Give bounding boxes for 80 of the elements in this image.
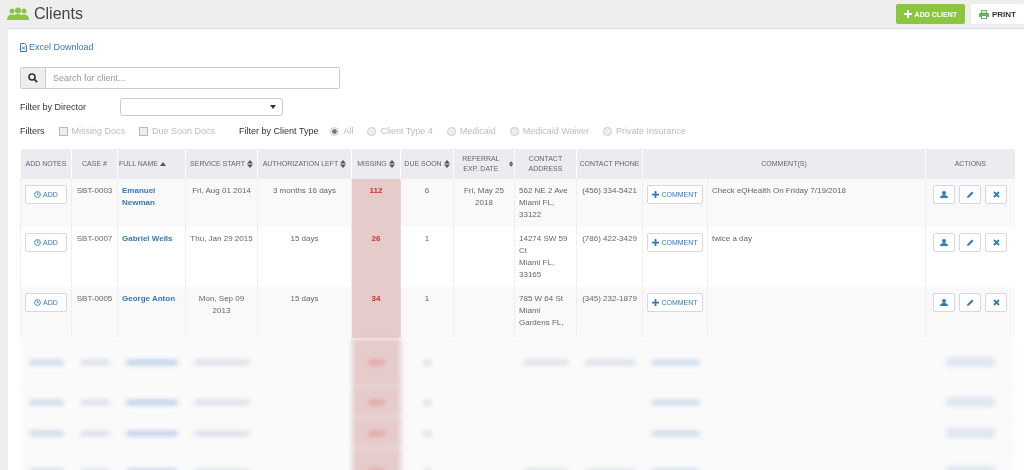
clock-icon xyxy=(34,239,42,246)
service-start-date: Fri, Aug 01 2014 xyxy=(192,186,251,195)
filter-label: Filter by Client Type xyxy=(239,126,319,136)
file-icon xyxy=(20,42,27,52)
radio-button[interactable] xyxy=(330,126,340,136)
user-icon xyxy=(940,299,949,306)
search-field[interactable]: Search for client... xyxy=(20,67,340,89)
contact-address: 14274 SW 59 Ct Miami FL, 33165 xyxy=(519,233,569,281)
checkbox[interactable] xyxy=(139,126,148,136)
delete-button[interactable] xyxy=(985,233,1008,252)
case-number: SBT-0007 xyxy=(76,234,113,243)
service-start-date: Mon, Sep 09 2013 xyxy=(198,294,245,315)
delete-button[interactable] xyxy=(985,185,1008,204)
missing-count: 34 xyxy=(351,287,401,338)
referral-date: Fri, May 25 2018 xyxy=(464,186,504,207)
radio-button[interactable] xyxy=(446,126,456,136)
missing-count: 26 xyxy=(351,227,401,287)
sort-icon[interactable] xyxy=(443,160,450,168)
service-start-date: Thu, Jan 29 2015 xyxy=(190,234,253,243)
print-button[interactable]: PRINT xyxy=(971,4,1024,24)
pencil-icon xyxy=(966,239,974,246)
profile-button[interactable] xyxy=(933,185,956,204)
comment-text: Check eQHealth On Friday 7/19/2018 xyxy=(712,186,846,195)
filter-label: Filter by Director xyxy=(20,102,87,112)
caret-icon xyxy=(270,105,276,109)
close-icon xyxy=(992,239,1000,246)
user-icon xyxy=(940,191,949,198)
case-number: SBT-0005 xyxy=(76,294,113,303)
authorization-left: 15 days xyxy=(290,234,319,243)
plus-icon xyxy=(903,10,912,18)
user-icon xyxy=(940,239,949,246)
contact-phone: (345) 232-1879 xyxy=(582,294,637,303)
radio-label: Client Type 4 xyxy=(380,126,433,136)
pencil-icon xyxy=(966,299,974,306)
client-name-link[interactable]: Gabriel Wells xyxy=(122,233,181,245)
close-icon xyxy=(992,299,1000,306)
due-soon-count: 6 xyxy=(424,186,430,195)
plus-icon xyxy=(652,299,660,306)
radio-button[interactable] xyxy=(603,126,613,136)
excel-download-link[interactable]: Excel Download xyxy=(29,42,94,52)
checkbox[interactable] xyxy=(58,126,68,136)
radio-button[interactable] xyxy=(509,126,519,136)
clock-icon xyxy=(34,191,42,198)
profile-button[interactable] xyxy=(933,293,956,312)
clock-icon xyxy=(34,299,42,306)
radio-label: Medicaid Waiver xyxy=(522,126,590,136)
authorization-left: 15 days xyxy=(290,294,319,303)
edit-button[interactable] xyxy=(959,233,982,252)
radio-button[interactable] xyxy=(367,126,377,136)
authorization-left: 3 months 16 days xyxy=(272,186,337,195)
radio-label: Private Insurance xyxy=(616,126,687,136)
sort-icon[interactable] xyxy=(246,160,253,168)
case-number: SBT-0003 xyxy=(76,186,113,195)
delete-button[interactable] xyxy=(985,293,1008,312)
close-icon xyxy=(992,191,1000,198)
due-soon-count: 1 xyxy=(424,294,430,303)
comment-text: twice a day xyxy=(712,234,753,243)
due-soon-count: 1 xyxy=(424,234,430,243)
pencil-icon xyxy=(966,191,974,198)
plus-icon xyxy=(652,239,660,246)
checkbox-label: Missing Docs xyxy=(71,126,125,136)
contact-phone: (786) 422-3429 xyxy=(582,234,637,243)
sort-icon[interactable] xyxy=(340,160,347,168)
checkbox-label: Due Soon Docs xyxy=(152,126,216,136)
search-icon xyxy=(28,73,38,83)
plus-icon xyxy=(652,191,660,198)
edit-button[interactable] xyxy=(959,293,982,312)
contact-phone: (456) 334-5421 xyxy=(582,186,637,195)
profile-button[interactable] xyxy=(933,233,956,252)
missing-count: 112 xyxy=(351,179,401,227)
edit-button[interactable] xyxy=(959,185,982,204)
people-icon xyxy=(7,7,29,21)
contact-address: 562 NE 2 Ave Miami FL, 33122 xyxy=(519,185,569,221)
page-title: Clients xyxy=(34,5,83,23)
printer-icon xyxy=(979,9,989,19)
sort-icon[interactable] xyxy=(388,160,395,168)
sort-up-icon[interactable] xyxy=(160,162,167,166)
contact-address: 785 W 64 St Miami Gardens FL, xyxy=(519,293,565,329)
radio-label: Medicaid xyxy=(459,126,496,136)
filter-label: Filters xyxy=(20,126,45,136)
